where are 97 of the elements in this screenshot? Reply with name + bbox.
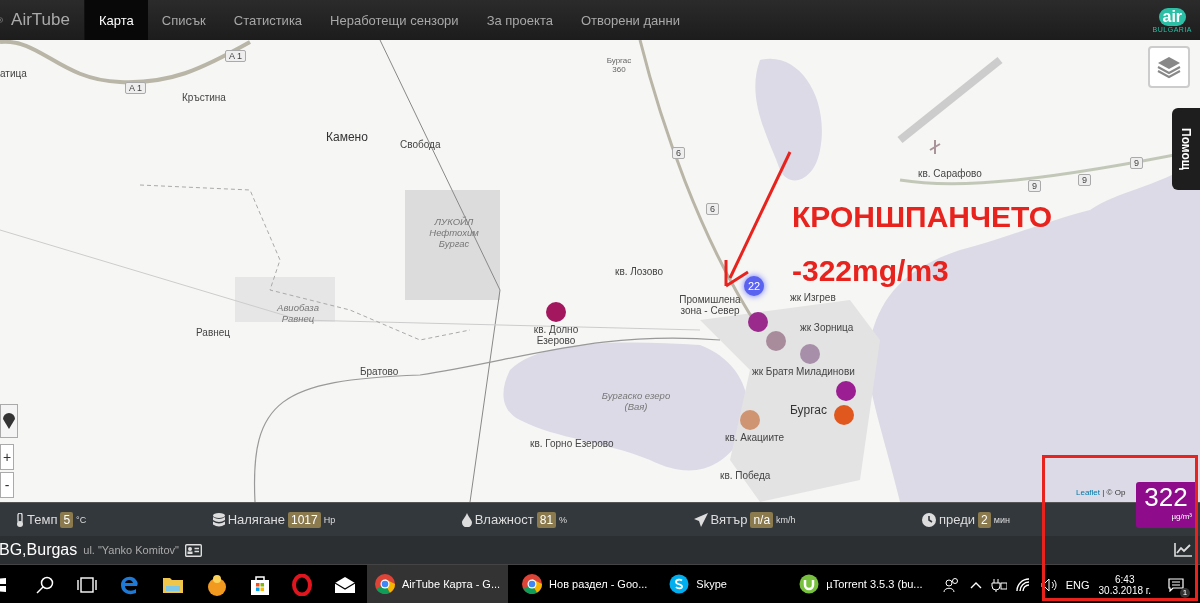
leaflet-link[interactable]: Leaflet [1076,488,1101,497]
map-label: атица [0,68,27,79]
taskbar-window[interactable]: Нов раздел - Goo... [514,565,656,603]
nav-tab[interactable]: Статистика [219,0,317,40]
map-label: кв. Победа [720,470,771,481]
stat-label: Вятър [710,512,748,527]
language-indicator[interactable]: ENG [1065,579,1090,591]
chevron-up-icon[interactable] [969,581,982,589]
chrome-icon [375,574,395,594]
thermometer-icon [16,512,24,527]
stat-label: Темп [27,512,58,527]
map-label: кв. Акациите [725,432,784,443]
stat-label: Влажност [474,512,534,527]
locate-button[interactable] [0,404,18,438]
clock[interactable]: 6:43 30.3.2018 г. [1098,574,1151,596]
road-shield: 6 [706,203,719,215]
database-icon [212,512,225,527]
drop-icon [461,512,472,527]
taskbar-window[interactable]: AirTube Карта - G... [367,565,509,603]
road-shield: A 1 [125,82,146,94]
mail-icon[interactable] [334,576,356,594]
folder-icon[interactable] [162,576,184,594]
road-shield: A 1 [225,50,246,62]
id-card-icon[interactable] [184,543,202,557]
ring-icon[interactable] [292,574,312,596]
nav-tab[interactable]: Отворени данни [566,0,694,40]
stat-unit: km/h [776,514,796,525]
stat-unit: мин [993,514,1010,525]
task-view-icon[interactable] [76,577,98,593]
notifications-button[interactable]: 1 [1160,574,1192,596]
stat-label: преди [939,512,976,527]
attribution-text: | © Op [1102,488,1126,497]
zoom-in-button[interactable]: + [0,444,14,470]
map-label: Бургаско езеро (Вая) [600,390,672,412]
map-label: Бургас [790,403,827,417]
map-label: Равнец [196,327,231,338]
road-shield: 9 [1078,174,1091,186]
store-bag-icon[interactable] [250,575,270,595]
annotation-title: КРОНШПАНЧЕТО [792,200,1052,234]
stat-label: Налягане [227,512,285,527]
map-label: жк Братя Миладинови [752,366,855,377]
nav-tab[interactable]: Списък [147,0,220,40]
search-icon[interactable] [36,576,54,594]
road-shield: 9 [1028,180,1041,192]
stat-value: n/a [750,511,774,528]
zoom-out-button[interactable]: - [0,472,14,498]
stat-unit: % [559,514,568,525]
map-label: Камено [326,130,368,144]
utorrent-icon [799,574,820,594]
power-plug-icon[interactable] [990,578,1007,592]
map-label: Авиобаза Равнец [276,302,320,324]
skype-icon [669,574,690,594]
taskbar-window[interactable]: µTorrent 3.5.3 (bu... [791,565,931,603]
line-chart-icon[interactable] [1174,543,1192,557]
stat-value: 5 [60,511,74,528]
map-label: жк Зорница [800,322,854,333]
map-label: кв. Лозово [615,266,664,277]
stat-unit: Hp [323,514,336,525]
people-icon[interactable] [942,577,961,593]
road-shield: 9 [1130,157,1143,169]
stat-value: 2 [978,511,991,528]
map-label: Братово [360,366,399,377]
wifi-icon[interactable] [1015,578,1032,592]
map-label: кв. Горно Езерово [530,438,614,449]
stat-value: 1017 [288,511,321,528]
road-shield: 6 [672,147,685,159]
map-label: Промишлена зона - Север [678,294,742,316]
city-name: BG,Burgas [0,541,78,559]
map-label: Свобода [400,139,441,150]
nav-tab[interactable]: Неработещи сензори [316,0,473,40]
taskbar-window[interactable]: Skype [661,565,786,603]
message-icon [1168,578,1184,592]
reading-unit: µg/m³ [1171,512,1192,521]
nav-tab[interactable]: Карта [85,0,148,40]
layers-button[interactable] [1148,46,1190,88]
chrome-icon [522,574,543,594]
map-label: кв. Сарафово [918,168,982,179]
map-label: Бургас 360 [605,56,633,74]
nav-tab[interactable]: За проекта [472,0,567,40]
stat-value: 81 [536,511,557,528]
map-label: ЛУКОЙЛ Нефтохим Бургас [428,216,480,249]
clock-icon [922,512,937,527]
browser-e-icon[interactable] [120,575,140,595]
paper-plane-icon [693,512,708,527]
help-tab[interactable]: Помощ [1172,108,1200,190]
map-pin-icon [3,413,15,429]
reading-value: 322 [1144,482,1188,512]
speaker-icon[interactable] [1040,578,1057,592]
map-label: Кръстина [182,92,226,103]
annotation-subtitle: -322mg/m3 [792,254,949,288]
layers-icon [1156,55,1182,79]
stat-unit: °C [76,514,87,525]
ball-icon[interactable] [206,574,228,596]
street-name: ul. "Yanko Komitov" [83,544,179,556]
notification-count: 1 [1180,588,1190,598]
map-label: кв. Долно Езерово [532,324,580,346]
map-label: жк Изгрев [790,292,836,303]
